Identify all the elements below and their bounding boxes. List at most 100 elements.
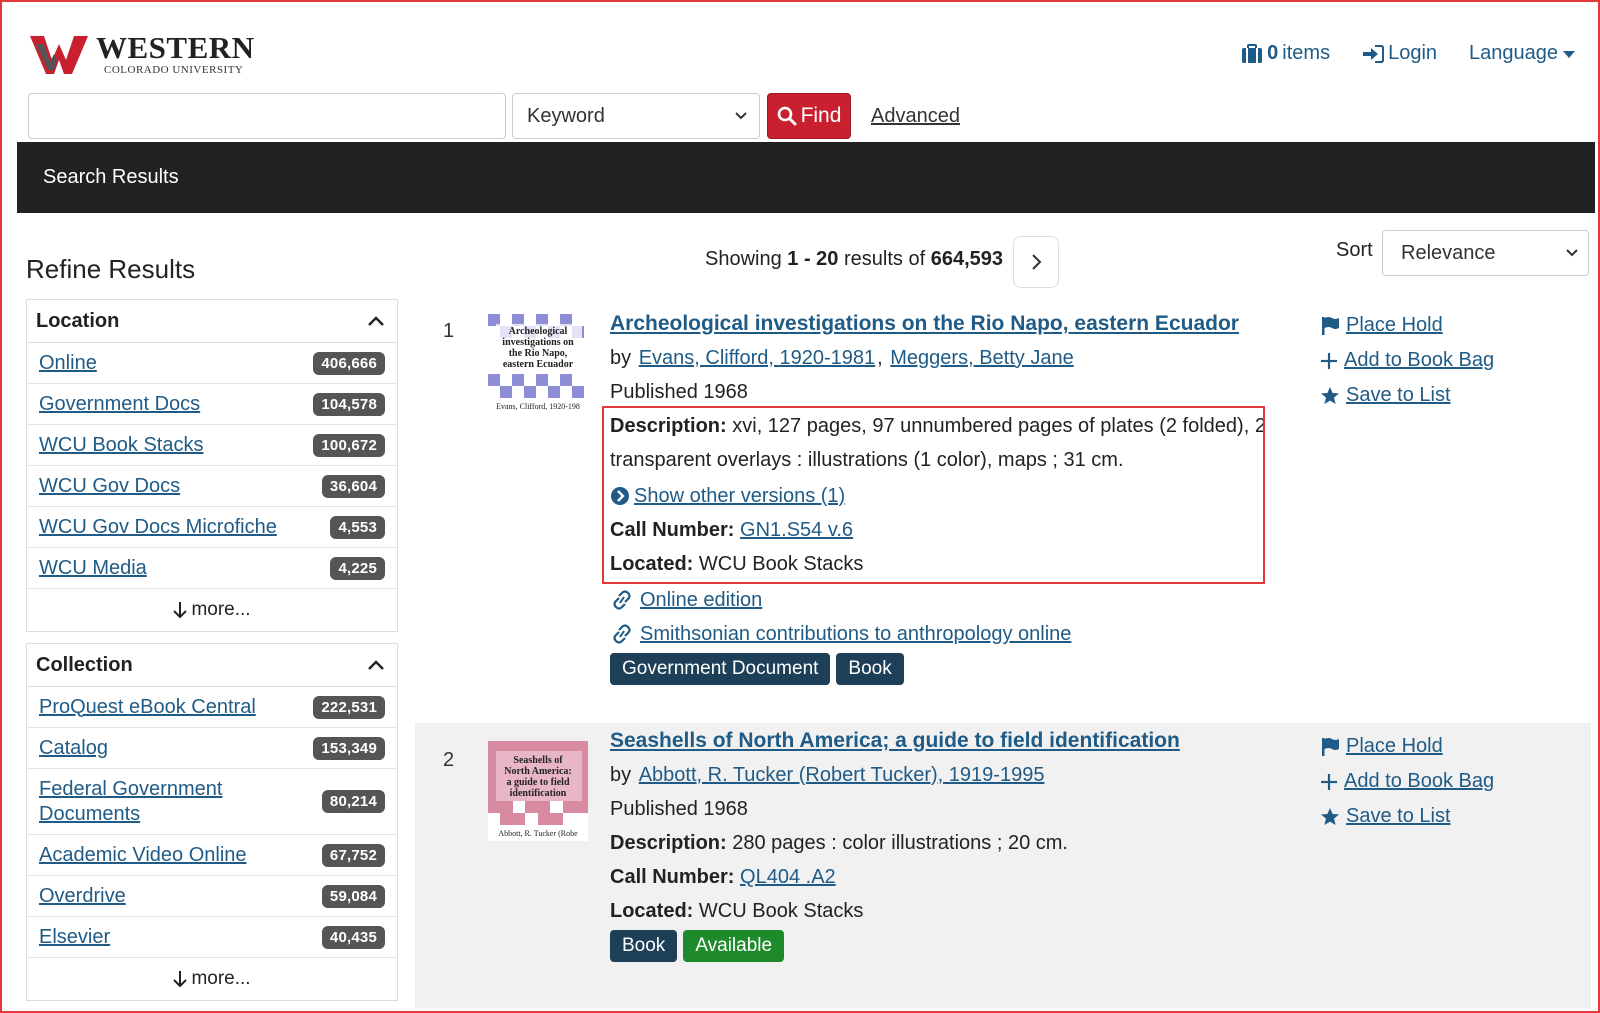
description-label: Description:: [610, 415, 727, 437]
add-to-book-bag-link[interactable]: Add to Book Bag: [1320, 343, 1494, 378]
link-icon: [613, 590, 631, 610]
sort-select[interactable]: Relevance: [1382, 230, 1589, 276]
facet-item-label[interactable]: Federal Government Documents: [39, 777, 239, 827]
save-to-list-link[interactable]: Save to List: [1320, 799, 1494, 834]
result-item: 2 Seashells of North America: a guide to…: [415, 723, 1591, 1008]
call-number-link[interactable]: QL404 .A2: [740, 866, 836, 888]
facet-item-count: 59,084: [321, 884, 385, 908]
find-button[interactable]: Find: [767, 93, 851, 139]
facet-collection-header[interactable]: Collection: [27, 644, 397, 687]
facet-item-label[interactable]: Overdrive: [39, 884, 126, 909]
online-edition-link[interactable]: Online edition: [610, 583, 1270, 617]
wcu-w-logo-icon: [30, 36, 88, 74]
facet-item[interactable]: WCU Gov Docs 36,604: [27, 466, 397, 507]
results-range: 1 - 20: [787, 248, 839, 270]
search-type-select[interactable]: Keyword: [512, 93, 760, 139]
sort-value: Relevance: [1401, 241, 1496, 264]
located-value: WCU Book Stacks: [698, 553, 864, 575]
book-cover-image: Archeological investigations on the Rio …: [488, 314, 588, 414]
chevron-up-icon: [368, 660, 384, 670]
facet-item[interactable]: WCU Book Stacks 100,672: [27, 425, 397, 466]
svg-text:Seashells of: Seashells of: [513, 755, 563, 766]
svg-text:Evans, Clifford, 1920-198: Evans, Clifford, 1920-198: [496, 402, 580, 411]
smithsonian-link[interactable]: Smithsonian contributions to anthropolog…: [610, 617, 1270, 651]
logo-wordmark: WESTERN: [96, 30, 255, 65]
book-bag-count: 0: [1267, 42, 1279, 64]
facet-item-label[interactable]: WCU Gov Docs Microfiche: [39, 515, 277, 540]
facet-item[interactable]: Academic Video Online 67,752: [27, 835, 397, 876]
facet-item-count: 100,672: [313, 433, 385, 457]
add-to-book-bag-label: Add to Book Bag: [1344, 770, 1495, 792]
facet-item[interactable]: WCU Gov Docs Microfiche 4,553: [27, 507, 397, 548]
result-call-number: Call Number: GN1.S54 v.6: [610, 513, 1270, 547]
facet-item-label[interactable]: ProQuest eBook Central: [39, 695, 256, 720]
facet-item-count: 4,553: [330, 515, 385, 539]
located-label: Located:: [610, 900, 694, 922]
facet-item[interactable]: Elsevier 40,435: [27, 917, 397, 958]
facet-location-more[interactable]: more...: [27, 589, 397, 631]
top-nav: 0 items Login Language: [1241, 42, 1576, 65]
facet-item-label[interactable]: Elsevier: [39, 925, 110, 950]
call-number-label: Call Number:: [610, 519, 735, 541]
result-title-link[interactable]: Seashells of North America; a guide to f…: [610, 729, 1180, 752]
facet-collection-more[interactable]: more...: [27, 958, 397, 1000]
facet-item-label[interactable]: Online: [39, 351, 97, 376]
facet-item-label[interactable]: WCU Book Stacks: [39, 433, 203, 458]
result-located: Located: WCU Book Stacks: [610, 547, 1270, 581]
login-link[interactable]: Login: [1362, 42, 1437, 65]
facet-item-count: 67,752: [321, 843, 385, 867]
facet-location-header[interactable]: Location: [27, 300, 397, 343]
facet-item-label[interactable]: Catalog: [39, 736, 108, 761]
facet-item-count: 104,578: [313, 392, 385, 416]
svg-text:identification: identification: [510, 788, 567, 799]
book-bag-icon: [1242, 43, 1263, 63]
results-of-text: results of: [844, 248, 926, 270]
result-cover-thumbnail[interactable]: Archeological investigations on the Rio …: [488, 314, 588, 414]
facet-item[interactable]: Overdrive 59,084: [27, 876, 397, 917]
description-label: Description:: [610, 832, 727, 854]
facet-item-label[interactable]: WCU Media: [39, 556, 147, 581]
author-link[interactable]: Evans, Clifford, 1920-1981: [639, 347, 875, 369]
facet-item-label[interactable]: WCU Gov Docs: [39, 474, 180, 499]
facet-item[interactable]: Federal Government Documents 80,214: [27, 769, 397, 835]
site-logo[interactable]: WESTERN COLORADO UNIVERSITY: [30, 30, 255, 76]
facet-item-label[interactable]: Government Docs: [39, 392, 200, 417]
results-total: 664,593: [930, 248, 1004, 270]
svg-text:a guide to field: a guide to field: [506, 777, 569, 788]
language-dropdown[interactable]: Language: [1469, 42, 1576, 65]
place-hold-link[interactable]: Place Hold: [1320, 308, 1494, 343]
result-title-link[interactable]: Archeological investigations on the Rio …: [610, 312, 1239, 335]
chevron-up-icon: [368, 316, 384, 326]
result-description-cont: transparent overlays : illustrations (1 …: [610, 449, 1124, 471]
more-label: more...: [191, 599, 251, 620]
author-link[interactable]: Meggers, Betty Jane: [890, 347, 1073, 369]
facet-location-title: Location: [36, 309, 120, 332]
facet-item[interactable]: WCU Media 4,225: [27, 548, 397, 589]
facet-item[interactable]: Online 406,666: [27, 343, 397, 384]
flag-icon: [1322, 316, 1339, 335]
next-page-button[interactable]: [1013, 236, 1059, 288]
add-to-book-bag-link[interactable]: Add to Book Bag: [1320, 764, 1494, 799]
advanced-search-link[interactable]: Advanced: [871, 105, 960, 128]
facet-item[interactable]: ProQuest eBook Central 222,531: [27, 687, 397, 728]
format-badge: Book: [836, 653, 904, 685]
by-label: by: [610, 764, 632, 786]
svg-text:Abbott, R. Tucker (Robe: Abbott, R. Tucker (Robe: [498, 829, 578, 838]
facet-item[interactable]: Catalog 153,349: [27, 728, 397, 769]
search-input[interactable]: [28, 93, 506, 139]
book-bag-link[interactable]: 0 items: [1241, 42, 1330, 65]
place-hold-link[interactable]: Place Hold: [1320, 729, 1494, 764]
result-cover-thumbnail[interactable]: Seashells of North America: a guide to f…: [488, 741, 588, 841]
svg-text:eastern Ecuador: eastern Ecuador: [503, 359, 574, 370]
show-other-versions-link[interactable]: Show other versions (1): [610, 479, 1270, 513]
save-to-list-link[interactable]: Save to List: [1320, 378, 1494, 413]
facet-item[interactable]: Government Docs 104,578: [27, 384, 397, 425]
facet-item-label[interactable]: Academic Video Online: [39, 843, 247, 868]
result-number: 1: [443, 320, 455, 342]
call-number-label: Call Number:: [610, 866, 735, 888]
author-link[interactable]: Abbott, R. Tucker (Robert Tucker), 1919-…: [639, 764, 1045, 786]
description-line-1: xvi, 127 pages, 97 unnumbered pages of p…: [732, 415, 1266, 437]
search-bar: Keyword Find Advanced: [28, 93, 960, 139]
call-number-link[interactable]: GN1.S54 v.6: [740, 519, 853, 541]
plus-icon: [1321, 352, 1337, 369]
